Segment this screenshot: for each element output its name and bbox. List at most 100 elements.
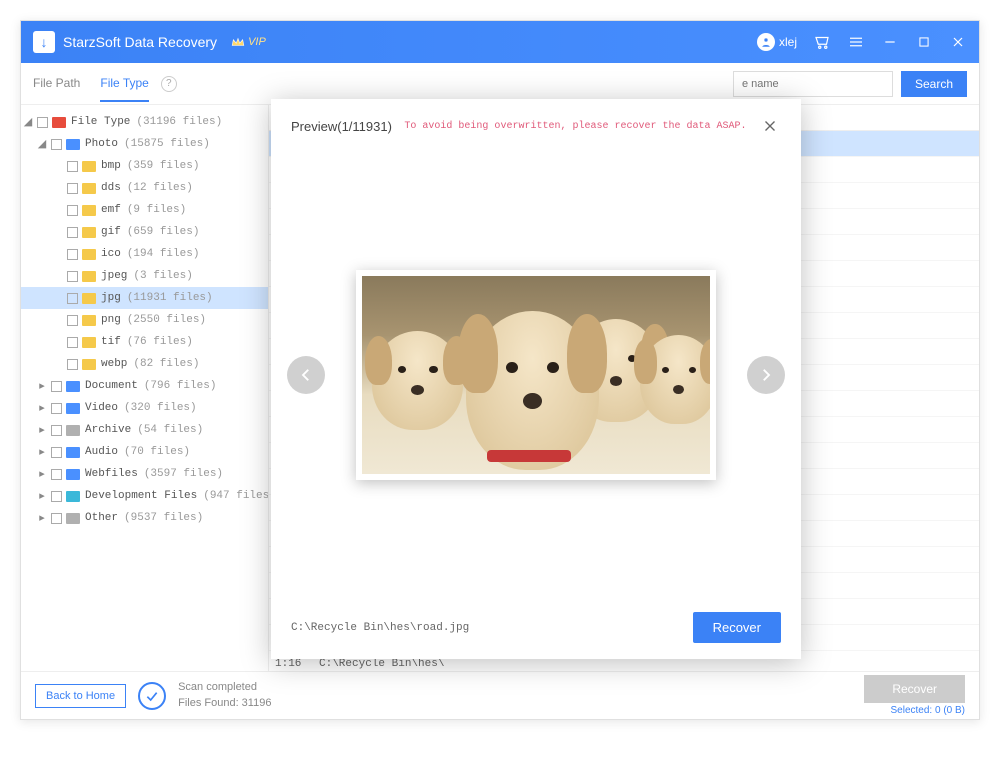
tree-label: emf [101, 204, 121, 216]
folder-icon [66, 381, 80, 392]
checkbox[interactable] [67, 249, 78, 260]
tree-node-photo[interactable]: ◢ Photo (15875 files) [21, 133, 268, 155]
recover-button-main[interactable]: Recover [864, 675, 965, 703]
tree-leaf-webp[interactable]: webp (82 files) [21, 353, 268, 375]
tree-count: (70 files) [124, 446, 190, 458]
tree-node-development-files[interactable]: ▸ Development Files (947 files) [21, 485, 268, 507]
folder-icon [66, 513, 80, 524]
checkbox[interactable] [51, 425, 62, 436]
files-found: Files Found: 31196 [178, 696, 271, 711]
tree-label: dds [101, 182, 121, 194]
result-time: 1:16 [275, 658, 311, 670]
checkbox[interactable] [67, 227, 78, 238]
scan-status: Scan completed [178, 680, 271, 695]
close-button[interactable] [949, 33, 967, 51]
tree-count: (359 files) [127, 160, 200, 172]
tree-node-archive[interactable]: ▸ Archive (54 files) [21, 419, 268, 441]
tree-root[interactable]: ◢ File Type (31196 files) [21, 111, 268, 133]
tab-file-path[interactable]: File Path [33, 66, 80, 102]
tree-count: (76 files) [127, 336, 193, 348]
tree-count: (11931 files) [127, 292, 213, 304]
tree-label: webp [101, 358, 127, 370]
scan-info: Scan completed Files Found: 31196 [178, 680, 271, 711]
checkbox[interactable] [51, 139, 62, 150]
checkbox[interactable] [67, 183, 78, 194]
checkbox[interactable] [67, 315, 78, 326]
tab-file-type[interactable]: File Type [100, 66, 148, 102]
app-title: StarzSoft Data Recovery [63, 34, 217, 50]
vip-badge[interactable]: VIP [231, 36, 266, 48]
tree-leaf-bmp[interactable]: bmp (359 files) [21, 155, 268, 177]
tree-label: Audio [85, 446, 118, 458]
expand-icon[interactable]: ▸ [37, 423, 47, 437]
checkbox[interactable] [67, 337, 78, 348]
tree-node-webfiles[interactable]: ▸ Webfiles (3597 files) [21, 463, 268, 485]
tree-leaf-jpg[interactable]: jpg (11931 files) [21, 287, 268, 309]
user-account[interactable]: xlej [757, 33, 797, 51]
expand-icon[interactable]: ▸ [37, 467, 47, 481]
tree-label: bmp [101, 160, 121, 172]
checkbox[interactable] [67, 293, 78, 304]
file-type-tree[interactable]: ◢ File Type (31196 files) ◢ Photo (15875… [21, 105, 269, 671]
menu-icon[interactable] [847, 33, 865, 51]
selected-count: Selected: 0 (0 B) [864, 705, 965, 716]
tree-label: Document [85, 380, 138, 392]
preview-close-button[interactable] [759, 115, 781, 137]
scan-complete-icon [138, 682, 166, 710]
tree-node-document[interactable]: ▸ Document (796 files) [21, 375, 268, 397]
tree-count: (82 files) [133, 358, 199, 370]
checkbox[interactable] [51, 491, 62, 502]
search-input[interactable] [733, 71, 893, 97]
folder-icon [82, 271, 96, 282]
preview-prev-button[interactable] [287, 356, 325, 394]
expand-icon[interactable]: ▸ [37, 445, 47, 459]
tree-node-video[interactable]: ▸ Video (320 files) [21, 397, 268, 419]
tree-leaf-png[interactable]: png (2550 files) [21, 309, 268, 331]
tree-count: (2550 files) [127, 314, 206, 326]
checkbox[interactable] [67, 359, 78, 370]
search-button[interactable]: Search [901, 71, 967, 97]
tree-leaf-emf[interactable]: emf (9 files) [21, 199, 268, 221]
back-to-home-button[interactable]: Back to Home [35, 684, 126, 708]
maximize-button[interactable] [915, 33, 933, 51]
minimize-button[interactable] [881, 33, 899, 51]
checkbox[interactable] [37, 117, 48, 128]
tree-count: (54 files) [137, 424, 203, 436]
tree-label: ico [101, 248, 121, 260]
tree-node-audio[interactable]: ▸ Audio (70 files) [21, 441, 268, 463]
checkbox[interactable] [51, 469, 62, 480]
checkbox[interactable] [67, 205, 78, 216]
preview-recover-button[interactable]: Recover [693, 612, 781, 643]
tree-leaf-jpeg[interactable]: jpeg (3 files) [21, 265, 268, 287]
checkbox[interactable] [67, 271, 78, 282]
app-logo-icon: ↓ [33, 31, 55, 53]
checkbox[interactable] [51, 381, 62, 392]
cart-icon[interactable] [813, 33, 831, 51]
tree-node-other[interactable]: ▸ Other (9537 files) [21, 507, 268, 529]
collapse-icon[interactable]: ◢ [37, 137, 47, 151]
tree-leaf-dds[interactable]: dds (12 files) [21, 177, 268, 199]
expand-icon[interactable]: ▸ [37, 379, 47, 393]
tree-leaf-ico[interactable]: ico (194 files) [21, 243, 268, 265]
tree-count: (9 files) [127, 204, 186, 216]
preview-file-path: C:\Recycle Bin\hes\road.jpg [291, 622, 469, 634]
preview-image[interactable] [356, 270, 716, 480]
checkbox[interactable] [51, 447, 62, 458]
tree-label: jpeg [101, 270, 127, 282]
checkbox[interactable] [67, 161, 78, 172]
checkbox[interactable] [51, 403, 62, 414]
tree-count: (3 files) [133, 270, 192, 282]
help-icon[interactable]: ? [161, 76, 177, 92]
collapse-icon[interactable]: ◢ [23, 115, 33, 129]
tree-leaf-tif[interactable]: tif (76 files) [21, 331, 268, 353]
expand-icon[interactable]: ▸ [37, 511, 47, 525]
tree-leaf-gif[interactable]: gif (659 files) [21, 221, 268, 243]
tree-count: (15875 files) [124, 138, 210, 150]
titlebar: ↓ StarzSoft Data Recovery VIP xlej [21, 21, 979, 63]
expand-icon[interactable]: ▸ [37, 401, 47, 415]
view-tabs: File Path File Type [33, 66, 149, 102]
folder-icon [82, 337, 96, 348]
checkbox[interactable] [51, 513, 62, 524]
preview-next-button[interactable] [747, 356, 785, 394]
expand-icon[interactable]: ▸ [37, 489, 47, 503]
